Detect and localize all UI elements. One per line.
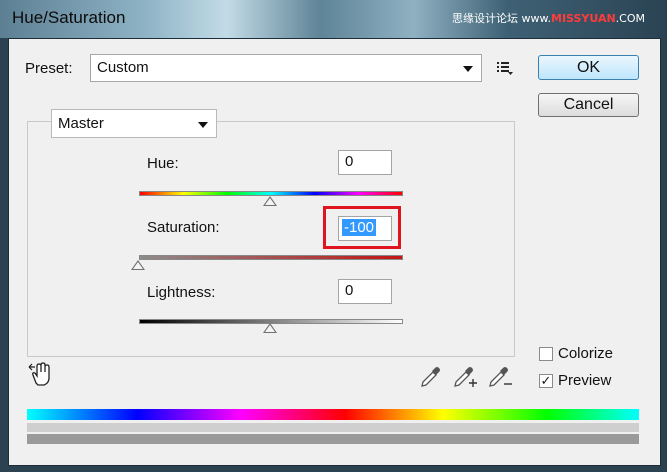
input-color-bar — [27, 409, 639, 420]
list-options-icon[interactable] — [496, 60, 514, 76]
lightness-input[interactable]: 0 — [338, 279, 392, 304]
colorize-label[interactable]: Colorize — [558, 345, 613, 362]
hue-input[interactable]: 0 — [338, 150, 392, 175]
chevron-down-icon — [198, 122, 208, 128]
ok-button[interactable]: OK — [538, 55, 639, 80]
hue-slider-thumb[interactable] — [263, 196, 277, 206]
eyedropper-minus-icon[interactable] — [487, 365, 513, 389]
eyedropper-icon[interactable] — [419, 365, 443, 389]
cancel-button[interactable]: Cancel — [538, 93, 639, 117]
saturation-value: -100 — [342, 219, 377, 236]
channel-dropdown[interactable]: Master — [51, 109, 217, 138]
preview-label[interactable]: Preview — [558, 372, 611, 389]
saturation-label: Saturation: — [147, 219, 220, 236]
title-bar[interactable]: Hue/Saturation 思缘设计论坛 www.MISSYUAN.COM — [0, 0, 667, 38]
eyedropper-plus-icon[interactable] — [452, 365, 478, 389]
dialog-body: Preset: Custom OK Cancel Master Hue: 0 S… — [8, 38, 661, 466]
chevron-down-icon — [463, 66, 473, 72]
colorize-checkbox[interactable] — [539, 347, 553, 361]
saturation-slider-track[interactable] — [139, 255, 403, 260]
hue-label: Hue: — [147, 155, 179, 172]
channel-value: Master — [58, 115, 104, 132]
preset-label: Preset: — [25, 60, 73, 77]
output-color-bar — [27, 434, 639, 444]
window-title: Hue/Saturation — [12, 8, 126, 27]
watermark: 思缘设计论坛 www.MISSYUAN.COM — [452, 10, 645, 26]
preset-value: Custom — [97, 59, 149, 76]
saturation-slider-thumb[interactable] — [131, 260, 145, 270]
saturation-input[interactable]: -100 — [338, 216, 392, 241]
preset-dropdown[interactable]: Custom — [90, 54, 482, 82]
watermark-highlight: MISSYUAN — [551, 12, 616, 25]
lightness-slider-thumb[interactable] — [263, 323, 277, 333]
preview-checkbox[interactable]: ✓ — [539, 374, 553, 388]
lightness-label: Lightness: — [147, 284, 216, 301]
watermark-suffix: .COM — [615, 12, 645, 25]
bar-separator — [27, 423, 639, 432]
hand-adjust-icon[interactable] — [28, 361, 54, 387]
watermark-prefix: 思缘设计论坛 www. — [452, 12, 551, 25]
check-icon: ✓ — [540, 373, 552, 388]
